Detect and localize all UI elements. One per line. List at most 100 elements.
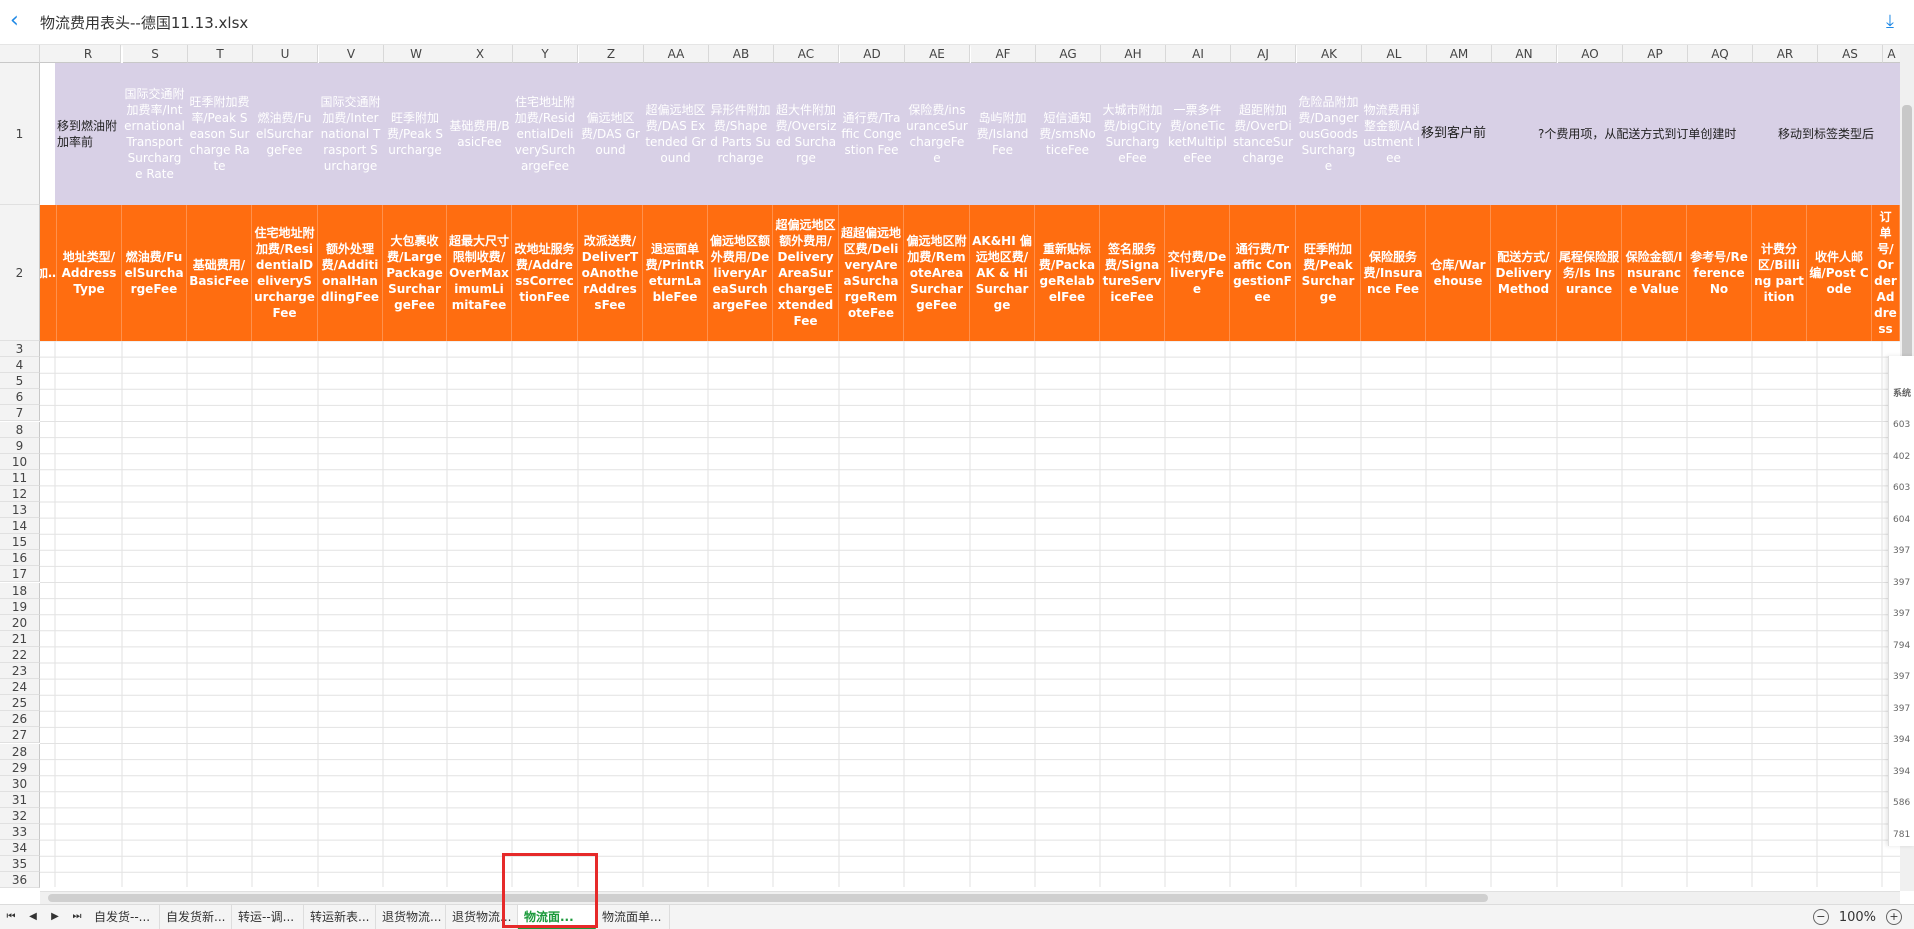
header-cell-row2[interactable]: 改派送费/DeliverToAnotherAddressFee <box>578 205 643 341</box>
row-number[interactable]: 35 <box>0 856 40 873</box>
header-cell-row1[interactable]: 一票多件费/oneTicketMultipleFee <box>1165 63 1230 205</box>
row-number[interactable]: 28 <box>0 743 40 760</box>
row-number[interactable]: 19 <box>0 598 40 615</box>
header-cell-row2[interactable]: 收件人邮编/Post Code <box>1807 205 1872 341</box>
row-number[interactable]: 5 <box>0 373 40 390</box>
header-cell-row1[interactable]: 通行费/Traffic Congestion Fee <box>839 63 904 205</box>
column-header[interactable]: AR <box>1753 45 1818 63</box>
header-cell-row2[interactable]: 改地址服务费/AddressCorrectionFee <box>512 205 578 341</box>
header-cell-row1[interactable]: 偏远地区费/DAS Ground <box>578 63 643 205</box>
header-cell-row2[interactable]: 燃油费/FuelSurchargeFee <box>122 205 187 341</box>
row-number[interactable]: 22 <box>0 646 40 663</box>
header-cell-row2[interactable]: 旺季附加费/Peak Surcharge <box>1296 205 1361 341</box>
row-number[interactable]: 3 <box>0 341 40 358</box>
header-cell-row1[interactable]: 移到客户前 <box>1419 63 1549 205</box>
sheet-tab[interactable]: 退货物流... <box>446 905 518 929</box>
column-header[interactable]: Z <box>579 45 644 63</box>
header-cell-row2[interactable]: 超最大尺寸限制收费/OverMaximumLimitaFee <box>447 205 512 341</box>
column-header[interactable]: AK <box>1297 45 1362 63</box>
header-cell-row2[interactable]: 配送方式/Delivery Method <box>1491 205 1557 341</box>
row-number[interactable]: 21 <box>0 630 40 647</box>
header-cell-row2[interactable]: 住宅地址附加费/ResidentialDeliverySurchargeFee <box>252 205 318 341</box>
header-cell-row1[interactable]: 住宅地址附加费/ResidentialDeliverySurchargeFee <box>512 63 578 205</box>
column-header[interactable]: AD <box>840 45 905 63</box>
column-header[interactable]: AC <box>774 45 839 63</box>
header-cell-row1[interactable]: 国际交通附加费率/International Transport Surchar… <box>122 63 187 205</box>
row-number[interactable]: 18 <box>0 582 40 599</box>
last-sheet-icon[interactable]: ⏭ <box>70 909 84 925</box>
vertical-scroll-thumb[interactable] <box>1902 105 1912 385</box>
header-cell-row1[interactable]: 异形件附加费/Shaped Parts Surcharge <box>708 63 773 205</box>
header-cell-row2[interactable]: 地址类型/Address Type <box>57 205 122 341</box>
row-number[interactable]: 7 <box>0 405 40 422</box>
zoom-out-icon[interactable]: − <box>1812 909 1829 925</box>
header-cell-row2[interactable]: 退运面单费/PrintReturnLableFee <box>643 205 708 341</box>
header-cell-row2[interactable]: 基础费用/BasicFee <box>187 205 252 341</box>
header-cell-row1[interactable]: 旺季附加费率/Peak Season Surcharge Rate <box>187 63 252 205</box>
header-cell-row2[interactable]: 签名服务费/SignatureServiceFee <box>1100 205 1165 341</box>
column-header[interactable]: X <box>448 45 513 63</box>
horizontal-scroll-thumb[interactable] <box>48 894 1488 902</box>
header-cell-row1[interactable]: 燃油费/FuelSurchargeFee <box>252 63 317 205</box>
sheet-tab[interactable]: 物流面单... <box>596 905 670 929</box>
next-sheet-icon[interactable]: ▶ <box>48 909 62 925</box>
row-number[interactable]: 32 <box>0 807 40 824</box>
header-cell-row1[interactable]: 超距附加费/OverDistanceSurcharge <box>1230 63 1296 205</box>
header-cell-row1[interactable]: 危险品附加费/DangerousGoodsSurcharge <box>1296 63 1361 205</box>
header-cell-row1[interactable]: 短信通知费/smsNoticeFee <box>1035 63 1100 205</box>
column-header[interactable]: AL <box>1362 45 1427 63</box>
header-cell-row1[interactable]: ?个费用项，从配送方式到订单创建时间 <box>1536 63 1736 205</box>
sheet-tab[interactable]: 自发货--... <box>88 905 160 929</box>
row-number[interactable]: 24 <box>0 679 40 696</box>
row-number[interactable]: 9 <box>0 437 40 454</box>
header-cell-row1[interactable]: 保险费/insuranceSurchargeFee <box>904 63 970 205</box>
header-cell-row1[interactable]: 超偏远地区费/DAS Extended Ground <box>643 63 708 205</box>
header-cell-row2[interactable]: 计费分区/Billing partition <box>1752 205 1807 341</box>
sheet-tab[interactable]: 自发货新... <box>160 905 232 929</box>
header-cell-row2[interactable]: 订单号/Order Address <box>1872 205 1900 341</box>
header-cell-row2[interactable]: AK&HI 偏远地区费/AK & Hi Surcharge <box>970 205 1035 341</box>
row-number[interactable]: 26 <box>0 711 40 728</box>
header-cell-row1[interactable]: 超大件附加费/Oversized Surcharge <box>773 63 839 205</box>
row-number[interactable]: 36 <box>0 872 40 889</box>
sheet-tab[interactable]: 转运新表... <box>304 905 376 929</box>
corner-cell[interactable] <box>0 45 40 63</box>
column-header[interactable]: AI <box>1166 45 1231 63</box>
column-header[interactable]: AO <box>1558 45 1623 63</box>
header-cell-row2[interactable]: 偏远地区额外费用/DeliveryAreaSurchargeFee <box>708 205 773 341</box>
header-cell-row2[interactable]: 重新贴标费/PackageRelabelFee <box>1035 205 1100 341</box>
column-header[interactable]: AH <box>1101 45 1166 63</box>
column-header[interactable]: T <box>188 45 253 63</box>
prev-sheet-icon[interactable]: ◀ <box>26 909 40 925</box>
row-number[interactable]: 25 <box>0 695 40 712</box>
header-cell-row2[interactable]: 尾程保险服务/Is Insurance <box>1557 205 1622 341</box>
row-number[interactable]: 2 <box>0 205 40 341</box>
column-header[interactable]: AN <box>1492 45 1557 63</box>
row-number[interactable]: 15 <box>0 534 40 551</box>
header-cell-row1[interactable]: 岛屿附加费/Island Fee <box>970 63 1035 205</box>
header-cell-row1[interactable]: 国际交通附加费/International Trasport Surcharge <box>318 63 383 205</box>
row-number[interactable]: 20 <box>0 614 40 631</box>
row-number[interactable]: 29 <box>0 759 40 776</box>
header-cell-row2[interactable]: 交付费/DeliveryFee <box>1165 205 1230 341</box>
row-number[interactable]: 13 <box>0 502 40 519</box>
sheet-tab[interactable]: 物流面... <box>518 905 596 929</box>
column-header[interactable] <box>40 45 57 63</box>
row-number[interactable]: 12 <box>0 485 40 502</box>
download-icon[interactable]: ⤓ <box>1880 12 1900 32</box>
header-cell-row2[interactable]: 超偏远地区额外费用/DeliveryAreaSurchargeExtendedF… <box>773 205 839 341</box>
column-header[interactable]: R <box>56 45 121 63</box>
column-header[interactable]: U <box>253 45 318 63</box>
header-cell-row2[interactable]: 保险金额/Insurance Value <box>1622 205 1687 341</box>
row-number[interactable]: 31 <box>0 791 40 808</box>
row-number[interactable]: 30 <box>0 775 40 792</box>
header-cell-row2[interactable]: 大包裹收费/LargePackageSurchargeFee <box>383 205 447 341</box>
column-header[interactable]: AM <box>1427 45 1492 63</box>
row-number[interactable]: 16 <box>0 550 40 567</box>
row-number[interactable]: 11 <box>0 469 40 486</box>
column-header[interactable]: AP <box>1623 45 1688 63</box>
row-number[interactable]: 4 <box>0 357 40 374</box>
row-number[interactable]: 17 <box>0 566 40 583</box>
row-number[interactable]: 1 <box>0 63 40 205</box>
column-header[interactable]: W <box>384 45 449 63</box>
